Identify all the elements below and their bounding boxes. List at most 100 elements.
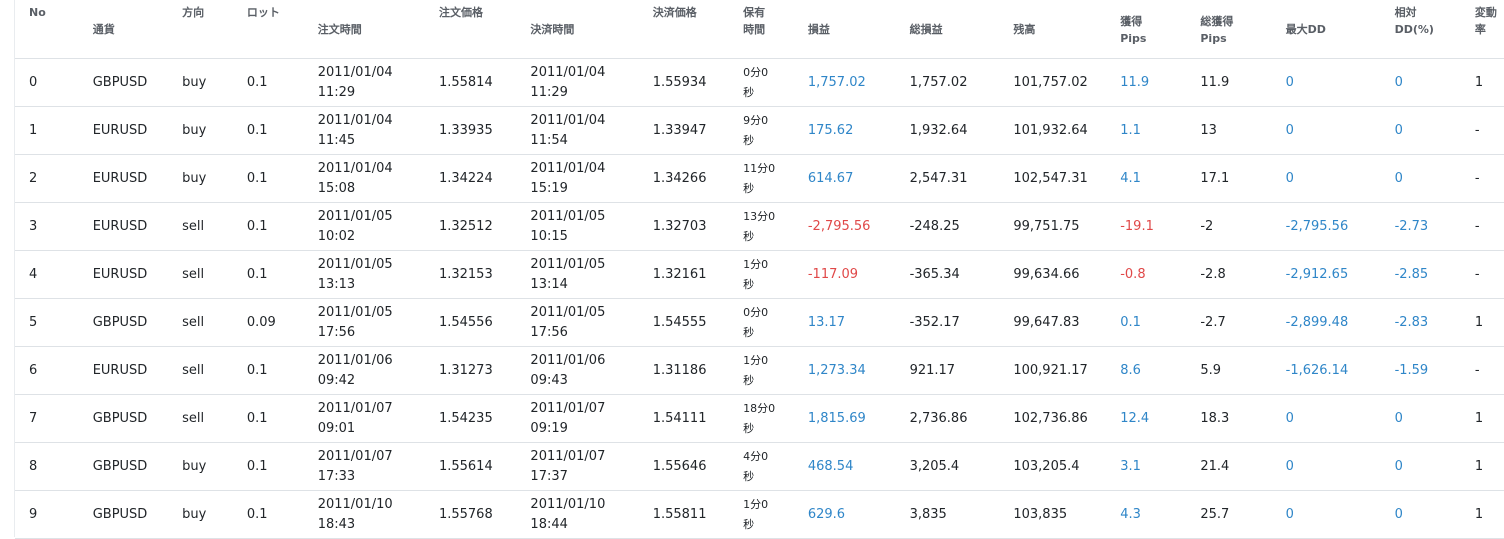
col-header-total-pips[interactable]: 総獲得 Pips xyxy=(1186,0,1272,59)
cell-no: 2 xyxy=(15,154,79,203)
order-date: 2011/01/05 xyxy=(317,256,393,272)
col-header-close-time[interactable]: 決済時間 xyxy=(516,0,639,59)
cell-hold-time: 1分0 秒 xyxy=(729,250,794,299)
col-header-order-price[interactable]: 注文価格 xyxy=(424,0,517,59)
cell-hold-time: 13分0 秒 xyxy=(729,202,794,251)
hold-time-value: 4分0 xyxy=(743,449,769,463)
cell-pips: 4.1 xyxy=(1106,154,1187,203)
order-date: 2011/01/05 xyxy=(317,304,393,320)
table-row[interactable]: 3 EURUSD sell 0.1 2011/01/05 10:02 1.32512 2011… xyxy=(15,202,1504,251)
order-clock: 11:29 xyxy=(317,84,356,100)
cell-direction: sell xyxy=(168,202,233,251)
cell-pips: -0.8 xyxy=(1106,250,1187,299)
cell-close-price: 1.31186 xyxy=(638,346,730,395)
cell-max-dd: 0 xyxy=(1271,106,1381,155)
close-clock: 15:19 xyxy=(530,180,568,196)
cell-order-price: 1.54556 xyxy=(424,298,517,347)
hold-time-unit: 秒 xyxy=(743,325,755,339)
cell-currency: GBPUSD xyxy=(78,58,169,107)
table-row[interactable]: 4 EURUSD sell 0.1 2011/01/05 13:13 1.32153 2011… xyxy=(15,250,1504,299)
order-date: 2011/01/04 xyxy=(317,112,393,128)
cell-total-pips: 18.3 xyxy=(1186,394,1272,443)
cell-relative-dd: -2.73 xyxy=(1380,202,1469,251)
cell-no: 9 xyxy=(15,490,79,539)
cell-pips: 4.3 xyxy=(1106,490,1187,539)
hold-time-unit: 秒 xyxy=(743,229,755,243)
cell-pnl: 1,273.34 xyxy=(793,346,896,395)
cell-order-time: 2011/01/05 10:02 xyxy=(303,202,425,251)
hold-time-value: 1分0 xyxy=(743,497,769,511)
cell-lot: 0.1 xyxy=(232,250,304,299)
cell-direction: sell xyxy=(168,250,233,299)
cell-max-dd: -1,626.14 xyxy=(1271,346,1381,395)
col-header-order-time[interactable]: 注文時間 xyxy=(303,0,425,59)
col-header-pips[interactable]: 獲得 Pips xyxy=(1106,0,1187,59)
col-header-max-dd[interactable]: 最大DD xyxy=(1271,0,1381,59)
hold-time-unit: 秒 xyxy=(743,517,755,531)
col-header-lot[interactable]: ロット xyxy=(232,0,304,59)
table-row[interactable]: 6 EURUSD sell 0.1 2011/01/06 09:42 1.31273 2011… xyxy=(15,346,1504,395)
table-row[interactable]: 2 EURUSD buy 0.1 2011/01/04 15:08 1.34224 2011/… xyxy=(15,154,1504,203)
cell-no: 5 xyxy=(15,298,79,347)
cell-pnl: 13.17 xyxy=(793,298,896,347)
cell-pips: 1.1 xyxy=(1106,106,1187,155)
cell-pnl: -2,795.56 xyxy=(793,202,896,251)
col-header-balance[interactable]: 残高 xyxy=(999,0,1107,59)
cell-close-time: 2011/01/10 18:44 xyxy=(516,490,639,539)
cell-max-dd: 0 xyxy=(1271,154,1381,203)
cell-close-price: 1.32703 xyxy=(638,202,730,251)
cell-order-price: 1.32153 xyxy=(424,250,517,299)
trade-history-panel: No 通貨 方向 ロット 注文時間 注文価格 決済時間 決済価格 保有 時間 損益… xyxy=(14,0,1504,539)
order-clock: 09:42 xyxy=(317,372,356,388)
cell-max-dd: -2,899.48 xyxy=(1271,298,1381,347)
cell-currency: GBPUSD xyxy=(78,442,169,491)
col-header-total-pnl[interactable]: 総損益 xyxy=(895,0,1000,59)
cell-currency: GBPUSD xyxy=(78,298,169,347)
close-date: 2011/01/06 xyxy=(530,352,606,368)
cell-change-rate: - xyxy=(1468,346,1504,395)
table-row[interactable]: 1 EURUSD buy 0.1 2011/01/04 11:45 1.33935 2011/… xyxy=(15,106,1504,155)
cell-close-price: 1.34266 xyxy=(638,154,730,203)
cell-pnl: 629.6 xyxy=(793,490,896,539)
cell-lot: 0.1 xyxy=(232,154,304,203)
cell-balance: 102,547.31 xyxy=(999,154,1107,203)
hold-time-value: 1分0 xyxy=(743,353,769,367)
table-body: 0 GBPUSD buy 0.1 2011/01/04 11:29 1.55814 2011/… xyxy=(15,58,1504,539)
table-row[interactable]: 5 GBPUSD sell 0.09 2011/01/05 17:56 1.54556 201… xyxy=(15,298,1504,347)
cell-change-rate: 1 xyxy=(1468,58,1504,107)
cell-close-price: 1.55934 xyxy=(638,58,730,107)
table-row[interactable]: 8 GBPUSD buy 0.1 2011/01/07 17:33 1.55614 2011/… xyxy=(15,442,1504,491)
cell-total-pnl: 921.17 xyxy=(895,346,1000,395)
cell-balance: 99,634.66 xyxy=(999,250,1107,299)
cell-currency: EURUSD xyxy=(78,202,169,251)
order-date: 2011/01/05 xyxy=(317,208,393,224)
hold-time-value: 18分0 xyxy=(743,401,776,415)
col-header-relative-dd[interactable]: 相対 DD(%) xyxy=(1380,0,1469,59)
cell-order-price: 1.33935 xyxy=(424,106,517,155)
cell-total-pips: -2 xyxy=(1186,202,1272,251)
col-header-direction[interactable]: 方向 xyxy=(168,0,233,59)
cell-lot: 0.1 xyxy=(232,490,304,539)
cell-pnl: 1,815.69 xyxy=(793,394,896,443)
cell-lot: 0.1 xyxy=(232,202,304,251)
close-date: 2011/01/04 xyxy=(530,64,606,80)
hold-time-unit: 秒 xyxy=(743,85,755,99)
table-row[interactable]: 7 GBPUSD sell 0.1 2011/01/07 09:01 1.54235 2011… xyxy=(15,394,1504,443)
table-row[interactable]: 9 GBPUSD buy 0.1 2011/01/10 18:43 1.55768 2011/… xyxy=(15,490,1504,539)
cell-no: 4 xyxy=(15,250,79,299)
hold-time-unit: 秒 xyxy=(743,181,755,195)
cell-pips: -19.1 xyxy=(1106,202,1187,251)
close-clock: 09:19 xyxy=(530,420,568,436)
col-header-change-rate[interactable]: 変動率 xyxy=(1468,0,1504,59)
cell-order-time: 2011/01/10 18:43 xyxy=(303,490,425,539)
order-date: 2011/01/04 xyxy=(317,160,393,176)
col-header-currency[interactable]: 通貨 xyxy=(78,0,169,59)
cell-close-time: 2011/01/04 15:19 xyxy=(516,154,639,203)
cell-change-rate: - xyxy=(1468,154,1504,203)
col-header-no[interactable]: No xyxy=(15,0,79,59)
cell-currency: EURUSD xyxy=(78,346,169,395)
table-row[interactable]: 0 GBPUSD buy 0.1 2011/01/04 11:29 1.55814 2011/… xyxy=(15,58,1504,107)
col-header-hold-time[interactable]: 保有 時間 xyxy=(729,0,794,59)
col-header-pnl[interactable]: 損益 xyxy=(793,0,896,59)
col-header-close-price[interactable]: 決済価格 xyxy=(638,0,730,59)
